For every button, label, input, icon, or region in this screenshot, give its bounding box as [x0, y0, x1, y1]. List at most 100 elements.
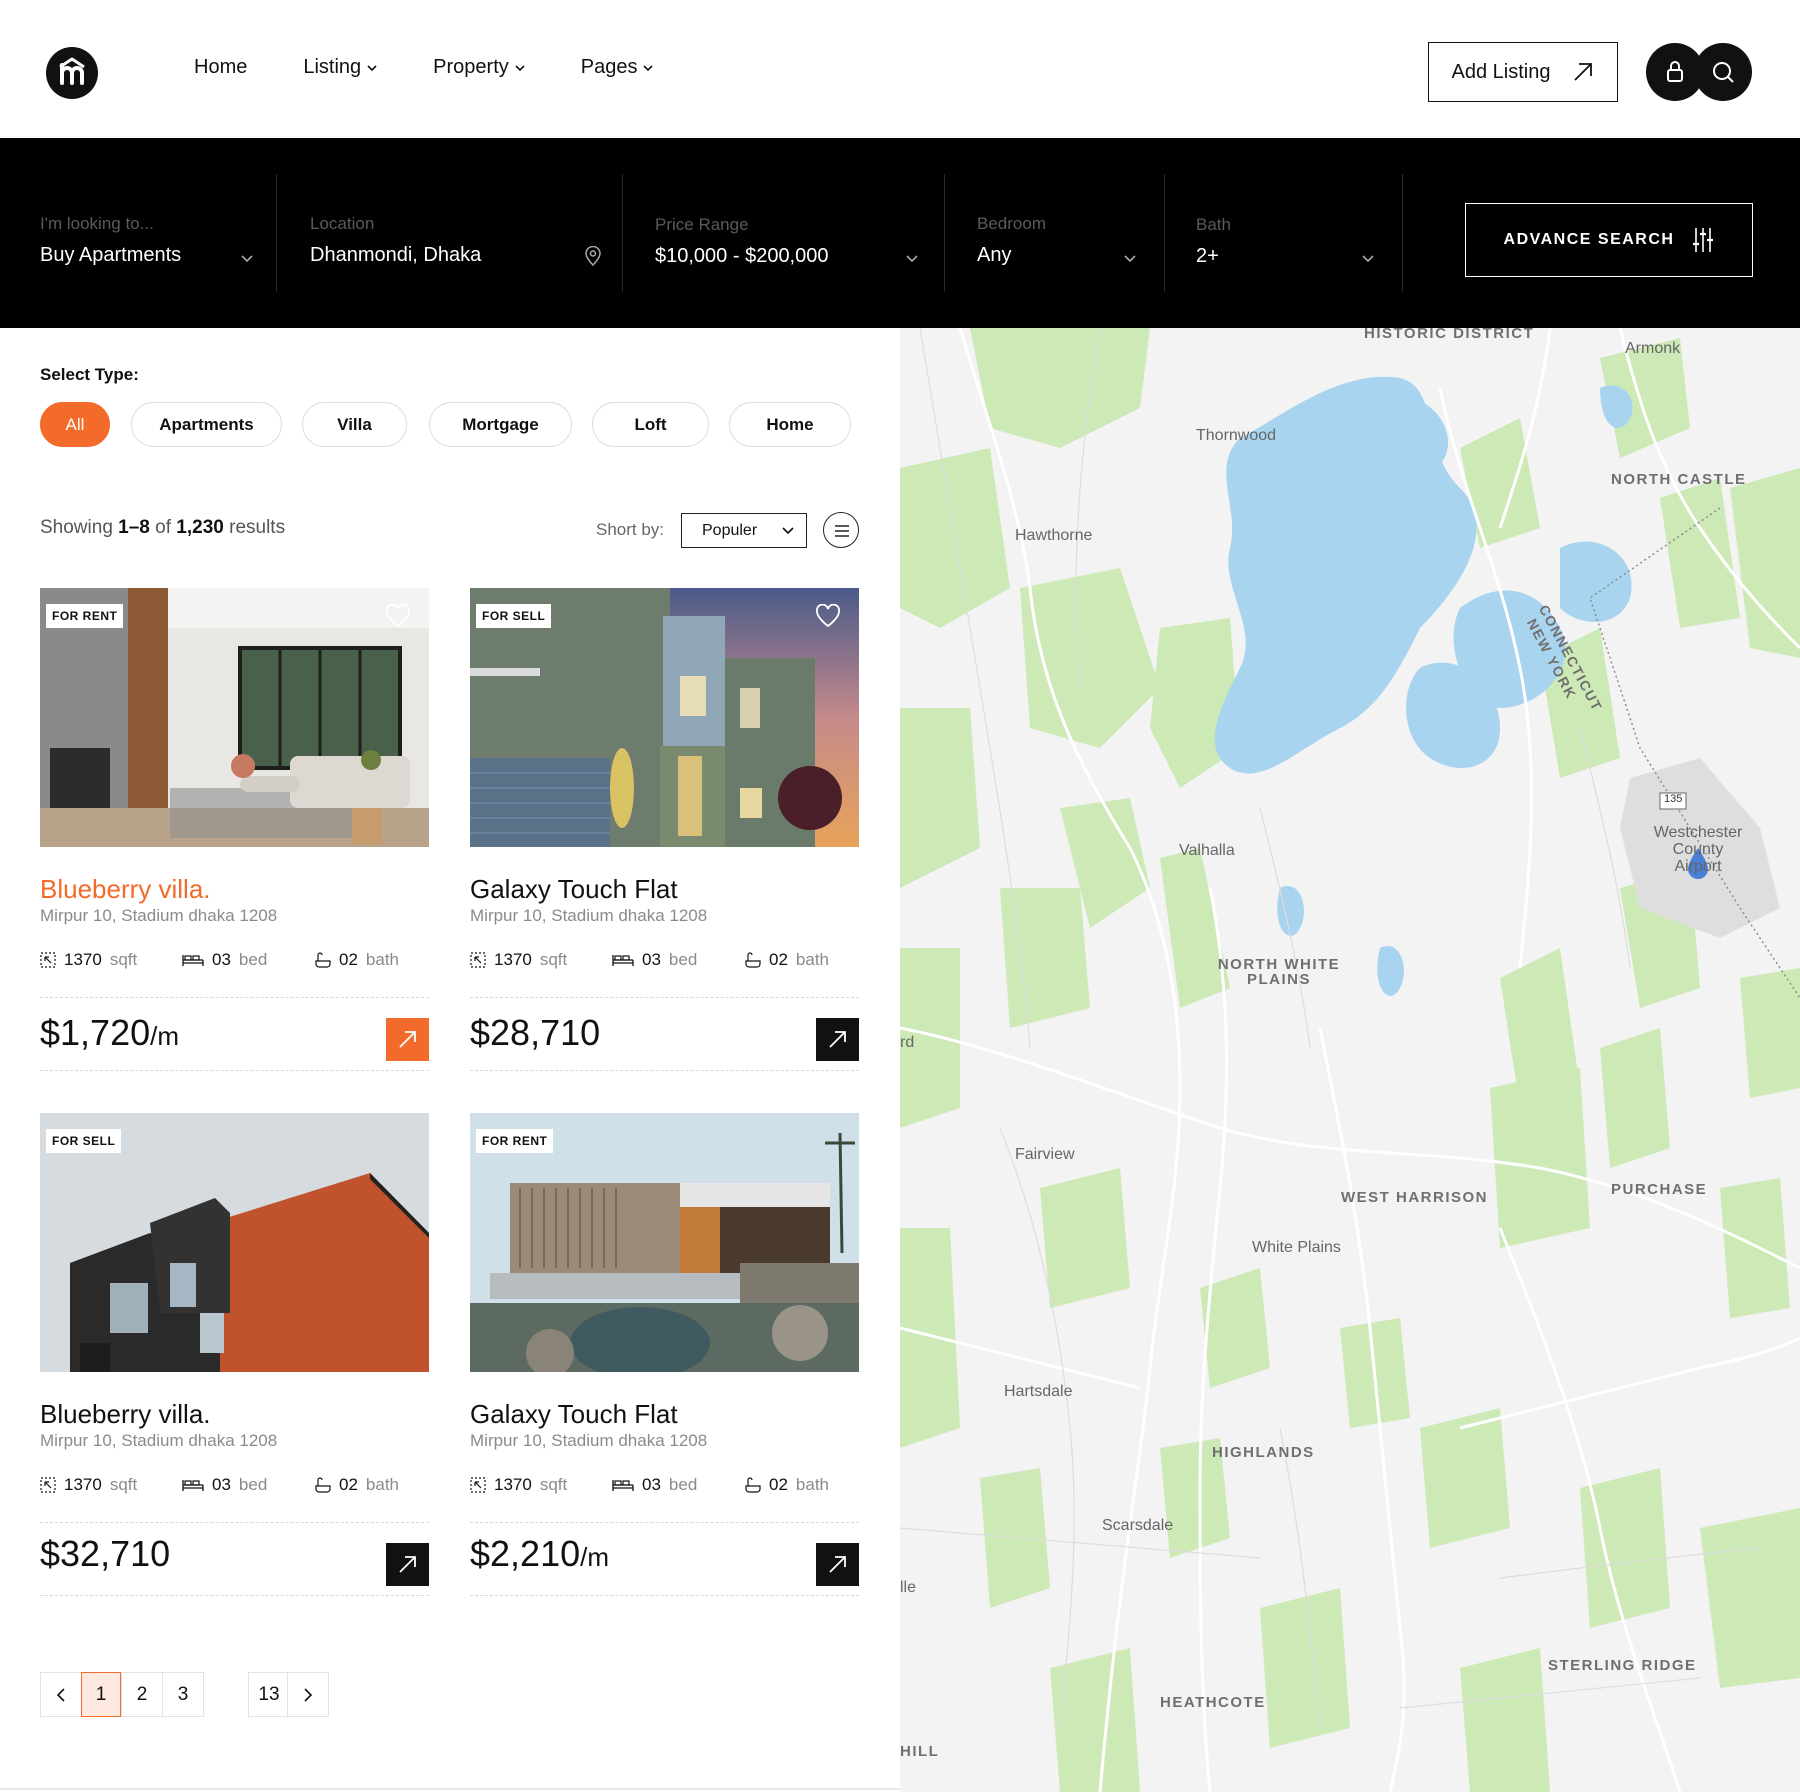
filter-pill-villa[interactable]: Villa — [302, 402, 407, 447]
filter-pill-all[interactable]: All — [40, 402, 110, 447]
pagination-page[interactable]: 1 — [81, 1672, 121, 1717]
chevron-down-icon — [367, 64, 377, 71]
nav-property[interactable]: Property — [433, 56, 525, 79]
listing-bed-unit: bed — [238, 1475, 268, 1494]
filter-pill-label: All — [65, 414, 85, 434]
area-icon — [470, 952, 486, 968]
view-listing-button[interactable] — [816, 1543, 859, 1586]
divider — [0, 1788, 900, 1790]
pagination-next[interactable] — [287, 1672, 329, 1717]
heart-icon[interactable] — [385, 604, 411, 628]
area-icon — [40, 952, 56, 968]
listing-card[interactable]: FOR SELL Galaxy Touch Flat Mirpur 10, St… — [470, 588, 859, 1073]
listing-title[interactable]: Blueberry villa. — [40, 874, 211, 905]
listing-bed-count: 03 — [642, 1475, 661, 1494]
listing-status-badge: FOR RENT — [46, 604, 124, 628]
listing-card[interactable]: FOR RENT Blueberry villa. Mirpur 10, Sta… — [40, 588, 429, 1073]
map-label: Hartsdale — [1004, 1383, 1073, 1400]
filter-pill-mortgage[interactable]: Mortgage — [429, 402, 572, 447]
listing-photo[interactable]: FOR SELL — [470, 588, 859, 847]
sort-select[interactable]: Populer — [681, 513, 807, 548]
listing-bath-unit: bath — [365, 950, 400, 969]
listing-address: Mirpur 10, Stadium dhaka 1208 — [470, 1431, 708, 1450]
pagination-page[interactable]: 3 — [162, 1672, 204, 1717]
filter-pill-loft[interactable]: Loft — [592, 402, 709, 447]
filter-pill-home[interactable]: Home — [729, 402, 851, 447]
chevron-down-icon — [643, 64, 654, 71]
listing-price-period: /m — [150, 1021, 179, 1051]
nav-pages-label: Pages — [580, 56, 638, 78]
listing-address: Mirpur 10, Stadium dhaka 1208 — [40, 1431, 278, 1450]
listing-bath-count: 02 — [769, 950, 788, 969]
advance-search-button[interactable]: ADVANCE SEARCH — [1465, 203, 1753, 277]
listing-area: 1370 sqft — [470, 1475, 567, 1495]
sliders-icon — [1693, 228, 1714, 252]
listing-status-badge: FOR SELL — [476, 604, 552, 628]
arrow-up-right-icon — [399, 1556, 416, 1573]
map-label: STERLING RIDGE — [1548, 1657, 1697, 1674]
listing-sqft-unit: sqft — [539, 950, 568, 969]
arrow-up-right-icon — [829, 1556, 846, 1573]
results-prefix: Showing — [40, 517, 113, 538]
listing-beds: 03 bed — [612, 950, 697, 970]
view-listing-button[interactable] — [386, 1543, 429, 1586]
home-logo-icon[interactable] — [46, 47, 98, 99]
nav-listing[interactable]: Listing — [303, 56, 377, 79]
nav-listing-label: Listing — [303, 56, 362, 78]
listing-title[interactable]: Galaxy Touch Flat — [470, 1399, 678, 1430]
pagination-page-label: 13 — [258, 1683, 280, 1705]
listing-price-value: $1,720 — [40, 1012, 151, 1053]
divider — [470, 1070, 859, 1071]
divider — [622, 174, 623, 292]
listing-bed-count: 03 — [642, 950, 661, 969]
map-view[interactable]: HISTORIC DISTRICT Armonk Thornwood NORTH… — [900, 328, 1800, 1792]
listing-photo[interactable]: FOR RENT — [40, 588, 429, 847]
add-listing-button[interactable]: Add Listing — [1428, 42, 1618, 102]
map-label: HEATHCOTE — [1160, 1694, 1266, 1711]
divider — [40, 1070, 429, 1071]
listing-photo[interactable]: FOR RENT — [470, 1113, 859, 1372]
view-listing-button[interactable] — [386, 1018, 429, 1061]
nav-home[interactable]: Home — [194, 56, 247, 79]
select-type-label: Select Type: — [40, 365, 139, 384]
listing-photo[interactable]: FOR SELL — [40, 1113, 429, 1372]
heart-icon[interactable] — [815, 604, 841, 628]
listing-card[interactable]: FOR SELL Blueberry villa. Mirpur 10, Sta… — [40, 1113, 429, 1598]
map-label: White Plains — [1252, 1239, 1341, 1256]
results-count: Showing 1–8 of 1,230 results — [40, 517, 285, 539]
pagination-page[interactable]: 2 — [121, 1672, 163, 1717]
pagination-page[interactable]: 13 — [248, 1672, 290, 1717]
listing-bed-count: 03 — [212, 950, 231, 969]
listing-title[interactable]: Blueberry villa. — [40, 1399, 211, 1430]
map-label: WEST HARRISON — [1341, 1189, 1488, 1206]
pagination-prev[interactable] — [40, 1672, 82, 1717]
filter-pill-label: Loft — [634, 414, 667, 434]
bath-value: 2+ — [1196, 245, 1219, 267]
divider — [1402, 174, 1403, 292]
bathtub-icon — [315, 952, 331, 968]
nav-pages[interactable]: Pages — [581, 56, 654, 79]
view-listing-button[interactable] — [816, 1018, 859, 1061]
listing-price-value: $32,710 — [40, 1533, 171, 1574]
bed-icon — [182, 955, 204, 966]
divider — [1164, 174, 1165, 292]
listing-area: 1370 sqft — [40, 950, 137, 970]
map-label: lle — [900, 1579, 917, 1596]
listing-bath-count: 02 — [339, 1475, 358, 1494]
price-range-value: $10,000 - $200,000 — [655, 245, 829, 267]
listing-title[interactable]: Galaxy Touch Flat — [470, 874, 678, 905]
listing-card[interactable]: FOR RENT Galaxy Touch Flat Mirpur 10, St… — [470, 1113, 859, 1598]
filter-pill-apartments[interactable]: Apartments — [131, 402, 282, 447]
listing-beds: 03 bed — [182, 950, 267, 970]
bathtub-icon — [745, 952, 761, 968]
listing-price: $28,710 — [470, 1012, 600, 1054]
results-suffix: results — [229, 517, 286, 538]
listing-price-value: $28,710 — [470, 1012, 601, 1053]
bathtub-icon — [745, 1477, 761, 1493]
bedroom-label: Bedroom — [977, 214, 1046, 233]
arrow-up-right-icon — [399, 1031, 416, 1048]
map-label: NORTH CASTLE — [1611, 471, 1747, 488]
listing-sqft: 1370 — [494, 950, 532, 969]
search-icon[interactable] — [1694, 43, 1752, 101]
list-view-toggle[interactable] — [823, 512, 859, 548]
